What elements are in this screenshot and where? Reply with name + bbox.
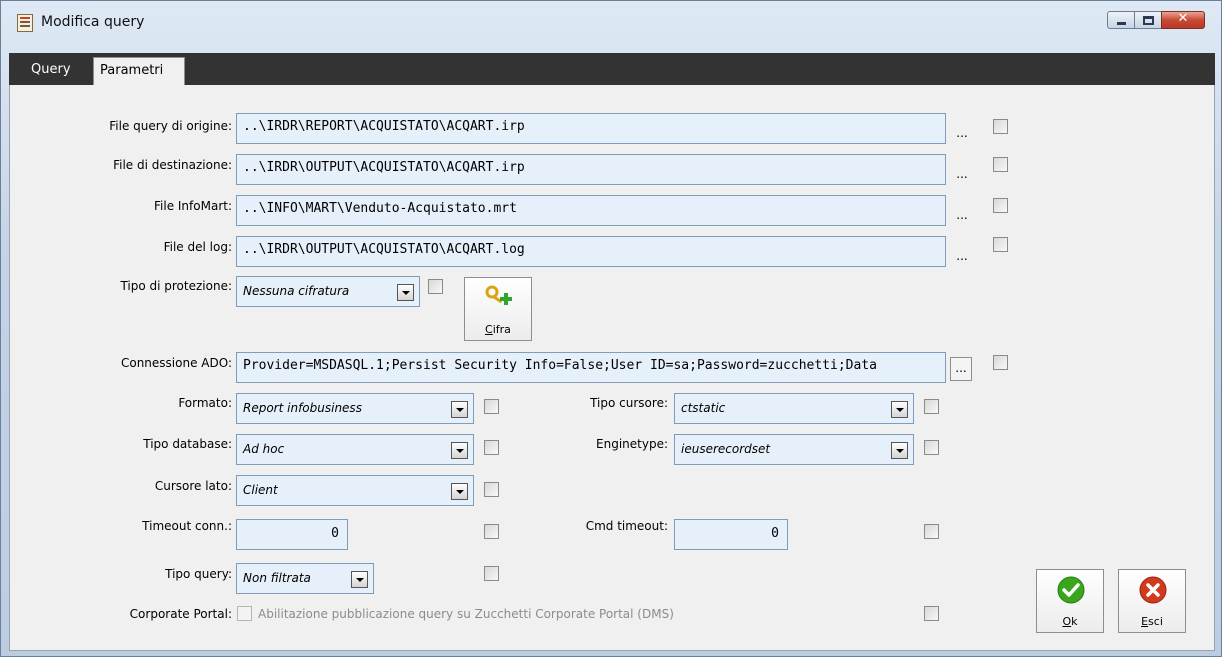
ado-browse-button[interactable]: ... (950, 357, 972, 381)
protection-checkbox[interactable] (428, 279, 443, 294)
maximize-button[interactable] (1134, 11, 1162, 29)
ado-checkbox[interactable] (993, 355, 1008, 370)
window-title: Modifica query (41, 14, 145, 30)
esci-button[interactable]: Esci (1118, 569, 1186, 633)
ado-label: Connessione ADO: (120, 356, 232, 370)
parametri-panel: File query di origine: ..\IRDR\REPORT\AC… (9, 85, 1215, 651)
ok-button[interactable]: Ok (1036, 569, 1104, 633)
enginetype-checkbox[interactable] (924, 440, 939, 455)
timeout-conn-label: Timeout conn.: (142, 519, 232, 533)
enginetype-value: ieuserecordset (681, 442, 771, 456)
infomart-checkbox[interactable] (993, 198, 1008, 213)
cmd-timeout-label: Cmd timeout: (585, 519, 668, 533)
cmd-timeout-checkbox[interactable] (924, 524, 939, 539)
exit-icon (1139, 576, 1167, 604)
tab-bar: Query Parametri (9, 53, 1215, 85)
protection-select[interactable]: Nessuna cifratura (236, 276, 420, 307)
tipo-query-label: Tipo query: (165, 567, 232, 581)
ok-label: Ok (1062, 615, 1078, 628)
origin-checkbox[interactable] (993, 119, 1008, 134)
tipo-database-value: Ad hoc (243, 442, 285, 456)
maximize-icon (1143, 16, 1154, 25)
add-key-icon (485, 285, 512, 305)
check-icon (1057, 576, 1085, 604)
destination-browse-button[interactable]: ... (951, 164, 973, 188)
formato-select[interactable]: Report infobusiness (236, 393, 474, 424)
tab-query[interactable]: Query (31, 55, 71, 83)
minimize-button[interactable] (1107, 11, 1135, 29)
minimize-icon (1117, 22, 1126, 25)
infomart-label: File InfoMart: (154, 199, 232, 213)
cmd-timeout-input[interactable]: 0 (674, 519, 788, 550)
chevron-down-icon[interactable] (451, 483, 468, 500)
infomart-input[interactable]: ..\INFO\MART\Venduto-Acquistato.mrt (236, 195, 946, 226)
tipo-cursore-select[interactable]: ctstatic (674, 393, 914, 424)
main-window: Modifica query ✕ Query Parametri File qu… (0, 0, 1222, 657)
chevron-down-icon[interactable] (891, 401, 908, 418)
tab-parametri[interactable]: Parametri (93, 57, 185, 85)
cursore-lato-checkbox[interactable] (484, 482, 499, 497)
close-button[interactable]: ✕ (1161, 11, 1205, 29)
enginetype-select[interactable]: ieuserecordset (674, 434, 914, 465)
corporate-checkbox[interactable] (924, 606, 939, 621)
chevron-down-icon[interactable] (891, 442, 908, 459)
ado-input[interactable]: Provider=MSDASQL.1;Persist Security Info… (236, 352, 946, 383)
log-label: File del log: (163, 240, 232, 254)
corporate-label: Corporate Portal: (129, 607, 232, 621)
tipo-database-select[interactable]: Ad hoc (236, 434, 474, 465)
tipo-query-checkbox[interactable] (484, 566, 499, 581)
tipo-cursore-label: Tipo cursore: (590, 396, 668, 410)
tipo-cursore-value: ctstatic (681, 401, 726, 415)
chevron-down-icon[interactable] (397, 284, 414, 301)
log-input[interactable]: ..\IRDR\OUTPUT\ACQUISTATO\ACQART.log (236, 236, 946, 267)
chevron-down-icon[interactable] (351, 571, 368, 588)
app-icon (17, 14, 33, 32)
origin-browse-button[interactable]: ... (951, 123, 973, 147)
log-browse-button[interactable]: ... (951, 246, 973, 270)
corporate-enable-checkbox[interactable] (237, 606, 252, 621)
tipo-cursore-checkbox[interactable] (924, 399, 939, 414)
cursore-lato-select[interactable]: Client (236, 475, 474, 506)
log-checkbox[interactable] (993, 237, 1008, 252)
destination-label: File di destinazione: (113, 158, 232, 172)
origin-label: File query di origine: (109, 119, 232, 133)
cifra-button[interactable]: Cifra (464, 277, 532, 341)
destination-input[interactable]: ..\IRDR\OUTPUT\ACQUISTATO\ACQART.irp (236, 154, 946, 185)
tipo-query-value: Non filtrata (243, 571, 311, 585)
enginetype-label: Enginetype: (596, 437, 668, 451)
protection-label: Tipo di protezione: (120, 279, 232, 293)
timeout-conn-input[interactable]: 0 (236, 519, 348, 550)
tipo-query-select[interactable]: Non filtrata (236, 563, 374, 594)
destination-checkbox[interactable] (993, 157, 1008, 172)
infomart-browse-button[interactable]: ... (951, 205, 973, 229)
window-controls: ✕ (1107, 11, 1205, 29)
origin-input[interactable]: ..\IRDR\REPORT\ACQUISTATO\ACQART.irp (236, 113, 946, 144)
protection-value: Nessuna cifratura (243, 284, 350, 298)
title-bar[interactable]: Modifica query ✕ (1, 1, 1221, 45)
formato-label: Formato: (178, 396, 232, 410)
formato-value: Report infobusiness (243, 401, 362, 415)
cursore-lato-label: Cursore lato: (154, 479, 232, 493)
cursore-lato-value: Client (243, 483, 278, 497)
tipo-database-label: Tipo database: (143, 437, 232, 451)
corporate-enable-text: Abilitazione pubblicazione query su Zucc… (258, 607, 674, 621)
esci-label: Esci (1141, 615, 1163, 628)
cifra-label: Cifra (485, 323, 511, 336)
close-icon: ✕ (1177, 11, 1189, 26)
